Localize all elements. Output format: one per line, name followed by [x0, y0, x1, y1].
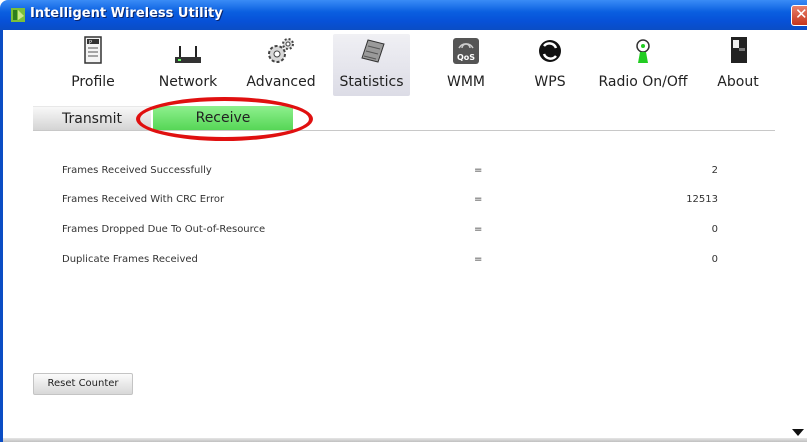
- wmm-qos-badge: QoS: [457, 53, 475, 62]
- scroll-down-icon[interactable]: [791, 427, 805, 437]
- toolbar-label: About: [717, 74, 759, 90]
- stat-row: Frames Received With CRC Error = 12513: [48, 190, 748, 210]
- stat-separator: =: [474, 254, 483, 265]
- toolbar-statistics-button[interactable]: Statistics: [333, 34, 410, 96]
- stat-name: Frames Dropped Due To Out-of-Resource: [62, 224, 266, 235]
- about-icon: [731, 37, 747, 63]
- toolbar-label: Profile: [71, 74, 115, 90]
- wmm-qos-icon: QoS: [453, 38, 479, 64]
- stat-name: Frames Received With CRC Error: [62, 194, 225, 205]
- stat-value: 0: [711, 254, 718, 265]
- toolbar-radio-button[interactable]: Radio On/Off: [593, 34, 693, 96]
- stat-row: Duplicate Frames Received = 0: [48, 250, 748, 270]
- stat-value: 12513: [686, 194, 718, 205]
- toolbar-label: Statistics: [339, 74, 404, 90]
- svg-text:P: P: [89, 40, 92, 46]
- main-toolbar: P Profile Network Advanced Statistics Qo…: [3, 30, 807, 98]
- toolbar-label: Radio On/Off: [598, 74, 688, 90]
- toolbar-network-button[interactable]: Network: [153, 34, 223, 96]
- stat-row: Frames Dropped Due To Out-of-Resource = …: [48, 220, 748, 240]
- wps-icon: [539, 40, 561, 62]
- profile-icon: P: [84, 36, 102, 64]
- stat-separator: =: [474, 194, 483, 205]
- stat-name: Frames Received Successfully: [62, 165, 212, 176]
- advanced-icon: [268, 38, 294, 63]
- statistics-icon: [360, 39, 385, 63]
- tab-transmit[interactable]: Transmit: [33, 106, 151, 130]
- window-title: Intelligent Wireless Utility: [30, 6, 223, 21]
- close-button[interactable]: ✕: [791, 5, 807, 26]
- toolbar-advanced-button[interactable]: Advanced: [245, 34, 317, 96]
- title-bar: Intelligent Wireless Utility ✕: [0, 0, 807, 30]
- stat-value: 0: [711, 224, 718, 235]
- stat-separator: =: [474, 224, 483, 235]
- stat-name: Duplicate Frames Received: [62, 254, 198, 265]
- toolbar-about-button[interactable]: About: [713, 34, 763, 96]
- toolbar-label: WMM: [446, 74, 485, 90]
- stat-value: 2: [711, 165, 718, 176]
- stat-row: Frames Received Successfully = 2: [48, 161, 748, 181]
- close-icon: ✕: [795, 5, 807, 23]
- toolbar-label: Advanced: [246, 74, 316, 90]
- highlight-circle: [136, 97, 313, 141]
- app-icon: [11, 8, 25, 22]
- reset-counter-button[interactable]: Reset Counter: [33, 373, 133, 395]
- stat-separator: =: [474, 165, 483, 176]
- toolbar-profile-button[interactable]: P Profile: [63, 34, 123, 96]
- bottom-border: [3, 438, 807, 442]
- toolbar-label: Network: [158, 74, 218, 90]
- tab-divider: [33, 130, 775, 131]
- toolbar-wmm-button[interactable]: QoS WMM: [440, 34, 492, 96]
- toolbar-wps-button[interactable]: WPS: [525, 34, 575, 96]
- network-icon: [175, 46, 201, 63]
- toolbar-label: WPS: [534, 74, 566, 90]
- radio-icon: [636, 39, 650, 63]
